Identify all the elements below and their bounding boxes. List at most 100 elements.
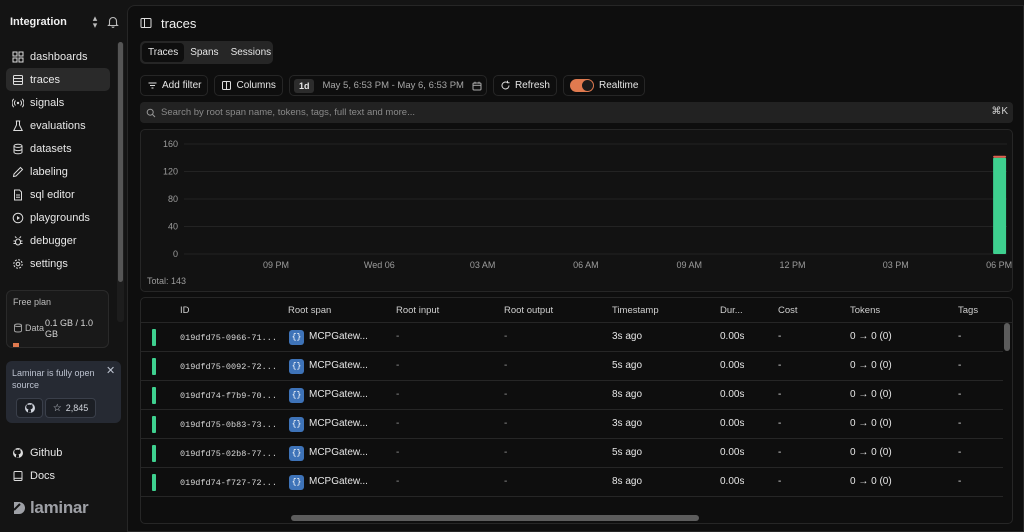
realtime-toggle[interactable]: Realtime: [562, 75, 646, 96]
sidebar-item-label: datasets: [30, 142, 72, 155]
date-range-picker[interactable]: 1d May 5, 6:53 PM - May 6, 6:53 PM: [288, 75, 487, 96]
laminar-logo[interactable]: laminar: [12, 498, 89, 518]
toolbar: Add filter Columns 1d May 5, 6:53 PM - M…: [140, 75, 651, 96]
col-id[interactable]: ID: [180, 305, 190, 316]
realtime-switch[interactable]: [569, 79, 594, 92]
realtime-label: Realtime: [598, 80, 639, 91]
table-row[interactable]: 019dfd75-0966-71... {} MCPGatew... - - 3…: [141, 323, 1003, 352]
braces-icon: {}: [289, 359, 304, 374]
tab-traces[interactable]: Traces: [142, 43, 185, 62]
columns-icon: [222, 81, 232, 90]
sidebar-scrollbar[interactable]: [117, 42, 124, 322]
star-count: 2,845: [65, 403, 89, 413]
search-input[interactable]: [161, 107, 961, 118]
github-icon: [13, 447, 23, 458]
sidebar-item-datasets[interactable]: datasets: [6, 137, 110, 160]
table-row[interactable]: 019dfd75-0b83-73... {} MCPGatew... - - 3…: [141, 410, 1003, 439]
cell-root-span: MCPGatew...: [309, 418, 368, 429]
plan-data-value: 0.1 GB / 1.0 GB: [45, 318, 94, 339]
cell-duration: 0.00s: [720, 447, 745, 458]
table-vertical-scrollbar[interactable]: [1002, 323, 1012, 513]
sidebar-item-dashboards[interactable]: dashboards: [6, 45, 110, 68]
chart-bar-error: [993, 155, 1007, 158]
sidebar-item-sql-editor[interactable]: sql editor: [6, 183, 110, 206]
x-tick-label: 03 AM: [470, 260, 496, 270]
sidebar-item-docs[interactable]: Docs: [6, 464, 110, 487]
book-icon: [13, 470, 23, 481]
star-icon: ☆: [52, 402, 62, 414]
search-icon: [146, 108, 156, 117]
app-root: Integration ▴ ▾ dashboards traces signals…: [0, 0, 1024, 532]
logo-text: laminar: [30, 498, 89, 517]
col-tokens[interactable]: Tokens: [850, 305, 880, 316]
cell-tokens: 0 → 0 (0): [850, 447, 892, 458]
braces-icon: {}: [289, 417, 304, 432]
sidebar-item-label: evaluations: [30, 119, 86, 132]
project-selector[interactable]: Integration ▴ ▾: [10, 14, 120, 30]
add-filter-button[interactable]: Add filter: [140, 75, 209, 96]
col-cost[interactable]: Cost: [778, 305, 798, 316]
sidebar-item-label: settings: [30, 257, 68, 270]
bell-icon[interactable]: [106, 15, 120, 29]
cell-root-span: MCPGatew...: [309, 331, 368, 342]
cell-duration: 0.00s: [720, 476, 745, 487]
tab-spans[interactable]: Spans: [184, 43, 224, 62]
table-row[interactable]: 019dfd74-f727-72... {} MCPGatew... - - 8…: [141, 468, 1003, 497]
sidebar-item-label: traces: [30, 73, 60, 86]
col-root-input[interactable]: Root input: [396, 305, 439, 316]
date-range-pill[interactable]: 1d: [293, 78, 315, 93]
col-root-output[interactable]: Root output: [504, 305, 553, 316]
pen-icon: [12, 166, 24, 177]
gear-icon: [13, 258, 23, 269]
refresh-button[interactable]: Refresh: [492, 75, 557, 96]
main-panel: traces Traces Spans Sessions Add filter …: [127, 5, 1024, 532]
cell-id: 019dfd74-f7b9-70...: [180, 391, 277, 401]
sidebar-item-playgrounds[interactable]: playgrounds: [6, 206, 110, 229]
status-indicator: [152, 474, 156, 491]
sidebar-item-label: Docs: [30, 469, 56, 482]
open-source-card: Laminar is fully open source ✕ ☆ 2,845: [6, 361, 121, 423]
github-button[interactable]: [16, 398, 43, 418]
scrollbar-thumb[interactable]: [1004, 323, 1010, 351]
sidebar-item-debugger[interactable]: debugger: [6, 229, 110, 252]
cell-root-input: -: [396, 476, 400, 487]
table-row[interactable]: 019dfd75-0092-72... {} MCPGatew... - - 5…: [141, 352, 1003, 381]
cell-root-input: -: [396, 447, 400, 458]
tab-sessions[interactable]: Sessions: [225, 43, 278, 62]
chevron-updown-icon[interactable]: ▴ ▾: [89, 14, 101, 30]
cell-cost: -: [778, 418, 782, 429]
table-row[interactable]: 019dfd74-f7b9-70... {} MCPGatew... - - 8…: [141, 381, 1003, 410]
cell-root-input: -: [396, 418, 400, 429]
braces-icon: {}: [289, 475, 304, 490]
total-count: Total: 143: [147, 276, 187, 286]
github-stars-button[interactable]: ☆ 2,845: [45, 398, 96, 418]
x-tick-label: 09 AM: [676, 260, 702, 270]
cell-tags: -: [958, 389, 962, 400]
sidebar-toggle-icon[interactable]: [140, 17, 152, 29]
scrollbar-thumb[interactable]: [118, 42, 123, 282]
cell-root-input: -: [396, 389, 400, 400]
col-timestamp[interactable]: Timestamp: [612, 305, 659, 316]
traces-chart: 0 40 80 120 160 09 PM Wed 06 03 AM 06 AM 09 AM 12 …: [140, 129, 1013, 292]
cell-timestamp: 8s ago: [612, 476, 643, 487]
sidebar-item-settings[interactable]: settings: [6, 252, 110, 275]
col-root-span[interactable]: Root span: [288, 305, 331, 316]
sidebar-item-label: signals: [30, 96, 65, 109]
x-tick-label: 06 AM: [573, 260, 599, 270]
scrollbar-thumb[interactable]: [291, 515, 699, 521]
cell-tokens: 0 → 0 (0): [850, 476, 892, 487]
col-tags[interactable]: Tags: [958, 305, 978, 316]
col-duration[interactable]: Dur...: [720, 305, 743, 316]
table-horizontal-scrollbar[interactable]: [141, 513, 1003, 523]
sidebar-item-signals[interactable]: signals: [6, 91, 110, 114]
close-icon[interactable]: ✕: [106, 366, 116, 377]
page-title: traces: [161, 16, 197, 31]
columns-button[interactable]: Columns: [214, 75, 283, 96]
sidebar-item-github[interactable]: Github: [6, 441, 110, 464]
sidebar-item-traces[interactable]: traces: [6, 68, 110, 91]
open-source-text: Laminar is fully open source: [12, 368, 95, 390]
sidebar-item-evaluations[interactable]: evaluations: [6, 114, 110, 137]
plan-title: Free plan: [13, 297, 52, 307]
sidebar-item-labeling[interactable]: labeling: [6, 160, 110, 183]
table-row[interactable]: 019dfd75-02b8-77... {} MCPGatew... - - 5…: [141, 439, 1003, 468]
